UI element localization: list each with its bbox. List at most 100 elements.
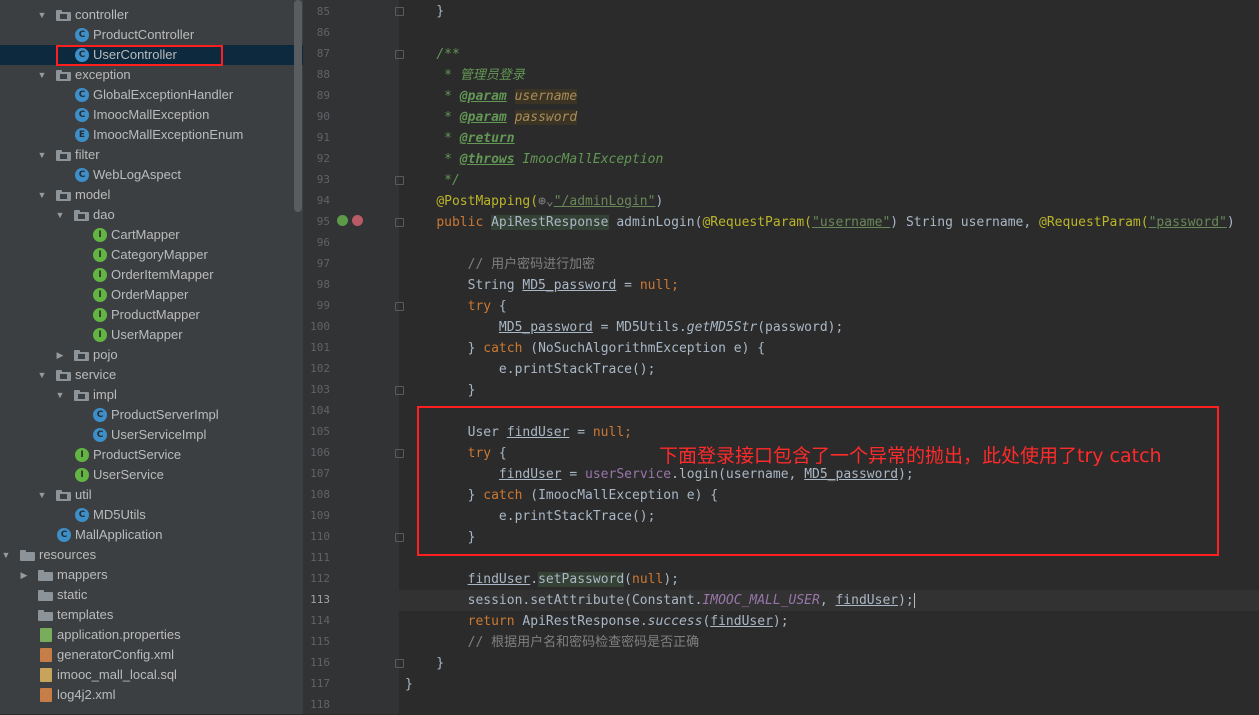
code-line-117: } [405,677,413,692]
tree-item-label: UserMapper [111,327,183,342]
chevron-down-icon[interactable]: ▼ [36,485,48,505]
tree-item-userservice[interactable]: I UserService [0,465,303,485]
code-line-103: } [405,383,476,398]
package-icon [74,390,89,401]
tree-item-dao[interactable]: ▼ dao [0,205,303,225]
tree-item-label: GlobalExceptionHandler [93,87,234,102]
code-line-113[interactable]: session.setAttribute(Constant.IMOOC_MALL… [405,590,923,611]
chevron-down-icon[interactable]: ▼ [0,545,12,565]
chevron-down-icon[interactable]: ▼ [36,365,48,385]
tree-item-resources[interactable]: ▼ resources [0,545,303,565]
chevron-down-icon[interactable]: ▼ [54,385,66,405]
tree-item-model[interactable]: ▼ model [0,185,303,205]
fold-marker[interactable] [395,50,404,59]
code-line-93: */ [436,173,460,188]
line-number: 97 [316,257,330,270]
class-icon: C [75,168,89,182]
interface-icon: I [93,248,107,262]
code-line-89: * @param username [436,89,578,104]
line-number: 89 [316,89,330,102]
chevron-down-icon[interactable]: ▼ [36,65,48,85]
chevron-down-icon[interactable]: ▼ [36,5,48,25]
fold-marker[interactable] [395,386,404,395]
tree-item-ordermapper[interactable]: I OrderMapper [0,285,303,305]
tree-item-orderitemmapper[interactable]: I OrderItemMapper [0,265,303,285]
chevron-right-icon[interactable]: ▶ [54,345,66,365]
code-line-85: } [405,4,445,19]
tree-item-log4j2-xml[interactable]: log4j2.xml [0,685,303,705]
tree-item-imoocmallexception[interactable]: C ImoocMallException [0,105,303,125]
globe-icon[interactable]: ⊕⌄ [538,194,554,209]
tree-item-generatorconfig-xml[interactable]: generatorConfig.xml [0,645,303,665]
tree-item-imooc-mall-local-sql[interactable]: imooc_mall_local.sql [0,665,303,685]
tree-item-controller[interactable]: ▼ controller [0,5,303,25]
tree-item-globalexceptionhandler[interactable]: C GlobalExceptionHandler [0,85,303,105]
line-number: 98 [316,278,330,291]
line-number: 100 [310,320,330,333]
code-line-88: * 管理员登录 [436,68,525,83]
tree-item-productmapper[interactable]: I ProductMapper [0,305,303,325]
fold-marker[interactable] [395,659,404,668]
interface-icon: I [93,228,107,242]
package-icon [56,10,71,21]
tree-item-mallapplication[interactable]: C MallApplication [0,525,303,545]
project-tree-scrollbar[interactable] [294,0,302,212]
tree-item-pojo[interactable]: ▶ pojo [0,345,303,365]
fold-marker[interactable] [395,302,404,311]
tree-item-mappers[interactable]: ▶ mappers [0,565,303,585]
chevron-down-icon[interactable]: ▼ [36,185,48,205]
line-number: 90 [316,110,330,123]
tree-item-templates[interactable]: templates [0,605,303,625]
tree-item-label: util [75,487,92,502]
line-number: 87 [316,47,330,60]
tree-item-productservice[interactable]: I ProductService [0,445,303,465]
tree-item-util[interactable]: ▼ util [0,485,303,505]
line-number: 113 [310,593,330,606]
tree-item-label: OrderItemMapper [111,267,214,282]
tree-item-service[interactable]: ▼ service [0,365,303,385]
project-tree-panel[interactable]: ▼ controller C ProductController C UserContro… [0,0,303,714]
xml-file-icon [40,688,52,702]
line-number: 103 [310,383,330,396]
chevron-down-icon[interactable]: ▼ [54,205,66,225]
tree-item-static[interactable]: static [0,585,303,605]
tree-item-userserviceimpl[interactable]: C UserServiceImpl [0,425,303,445]
tree-item-label: ImoocMallException [93,107,210,122]
tree-item-label: service [75,367,117,382]
code-line-87: /** [436,47,460,62]
tree-item-label: UserServiceImpl [111,427,207,442]
tree-item-cartmapper[interactable]: I CartMapper [0,225,303,245]
tree-item-label: MallApplication [75,527,163,542]
fold-marker[interactable] [395,176,404,185]
code-line-92: * @throws ImoocMallException [436,152,664,167]
tree-item-weblogaspect[interactable]: C WebLogAspect [0,165,303,185]
tree-item-label: static [57,587,88,602]
line-number: 94 [316,194,330,207]
tree-item-label: ProductController [93,27,195,42]
fold-marker[interactable] [395,218,404,227]
tree-item-categorymapper[interactable]: I CategoryMapper [0,245,303,265]
tree-item-exception[interactable]: ▼ exception [0,65,303,85]
fold-marker[interactable] [395,533,404,542]
run-gutter-icon[interactable] [337,215,348,226]
fold-marker[interactable] [395,449,404,458]
line-number: 91 [316,131,330,144]
code-line-101: } catch (NoSuchAlgorithmException e) { [405,341,766,356]
mapping-gutter-icon[interactable] [352,215,363,226]
xml-file-icon [40,648,52,662]
tree-item-md5utils[interactable]: C MD5Utils [0,505,303,525]
tree-item-usermapper[interactable]: I UserMapper [0,325,303,345]
folder-icon [38,590,53,601]
tree-item-impl[interactable]: ▼ impl [0,385,303,405]
tree-item-filter[interactable]: ▼ filter [0,145,303,165]
tree-item-productserverimpl[interactable]: C ProductServerImpl [0,405,303,425]
tree-item-imoocmallexceptionenum[interactable]: E ImoocMallExceptionEnum [0,125,303,145]
chevron-right-icon[interactable]: ▶ [18,565,30,585]
chevron-down-icon[interactable]: ▼ [36,145,48,165]
line-number: 112 [310,572,330,585]
line-number: 117 [310,677,330,690]
class-icon: C [93,428,107,442]
tree-item-application-properties[interactable]: application.properties [0,625,303,645]
tree-item-productcontroller[interactable]: C ProductController [0,25,303,45]
fold-marker[interactable] [395,7,404,16]
